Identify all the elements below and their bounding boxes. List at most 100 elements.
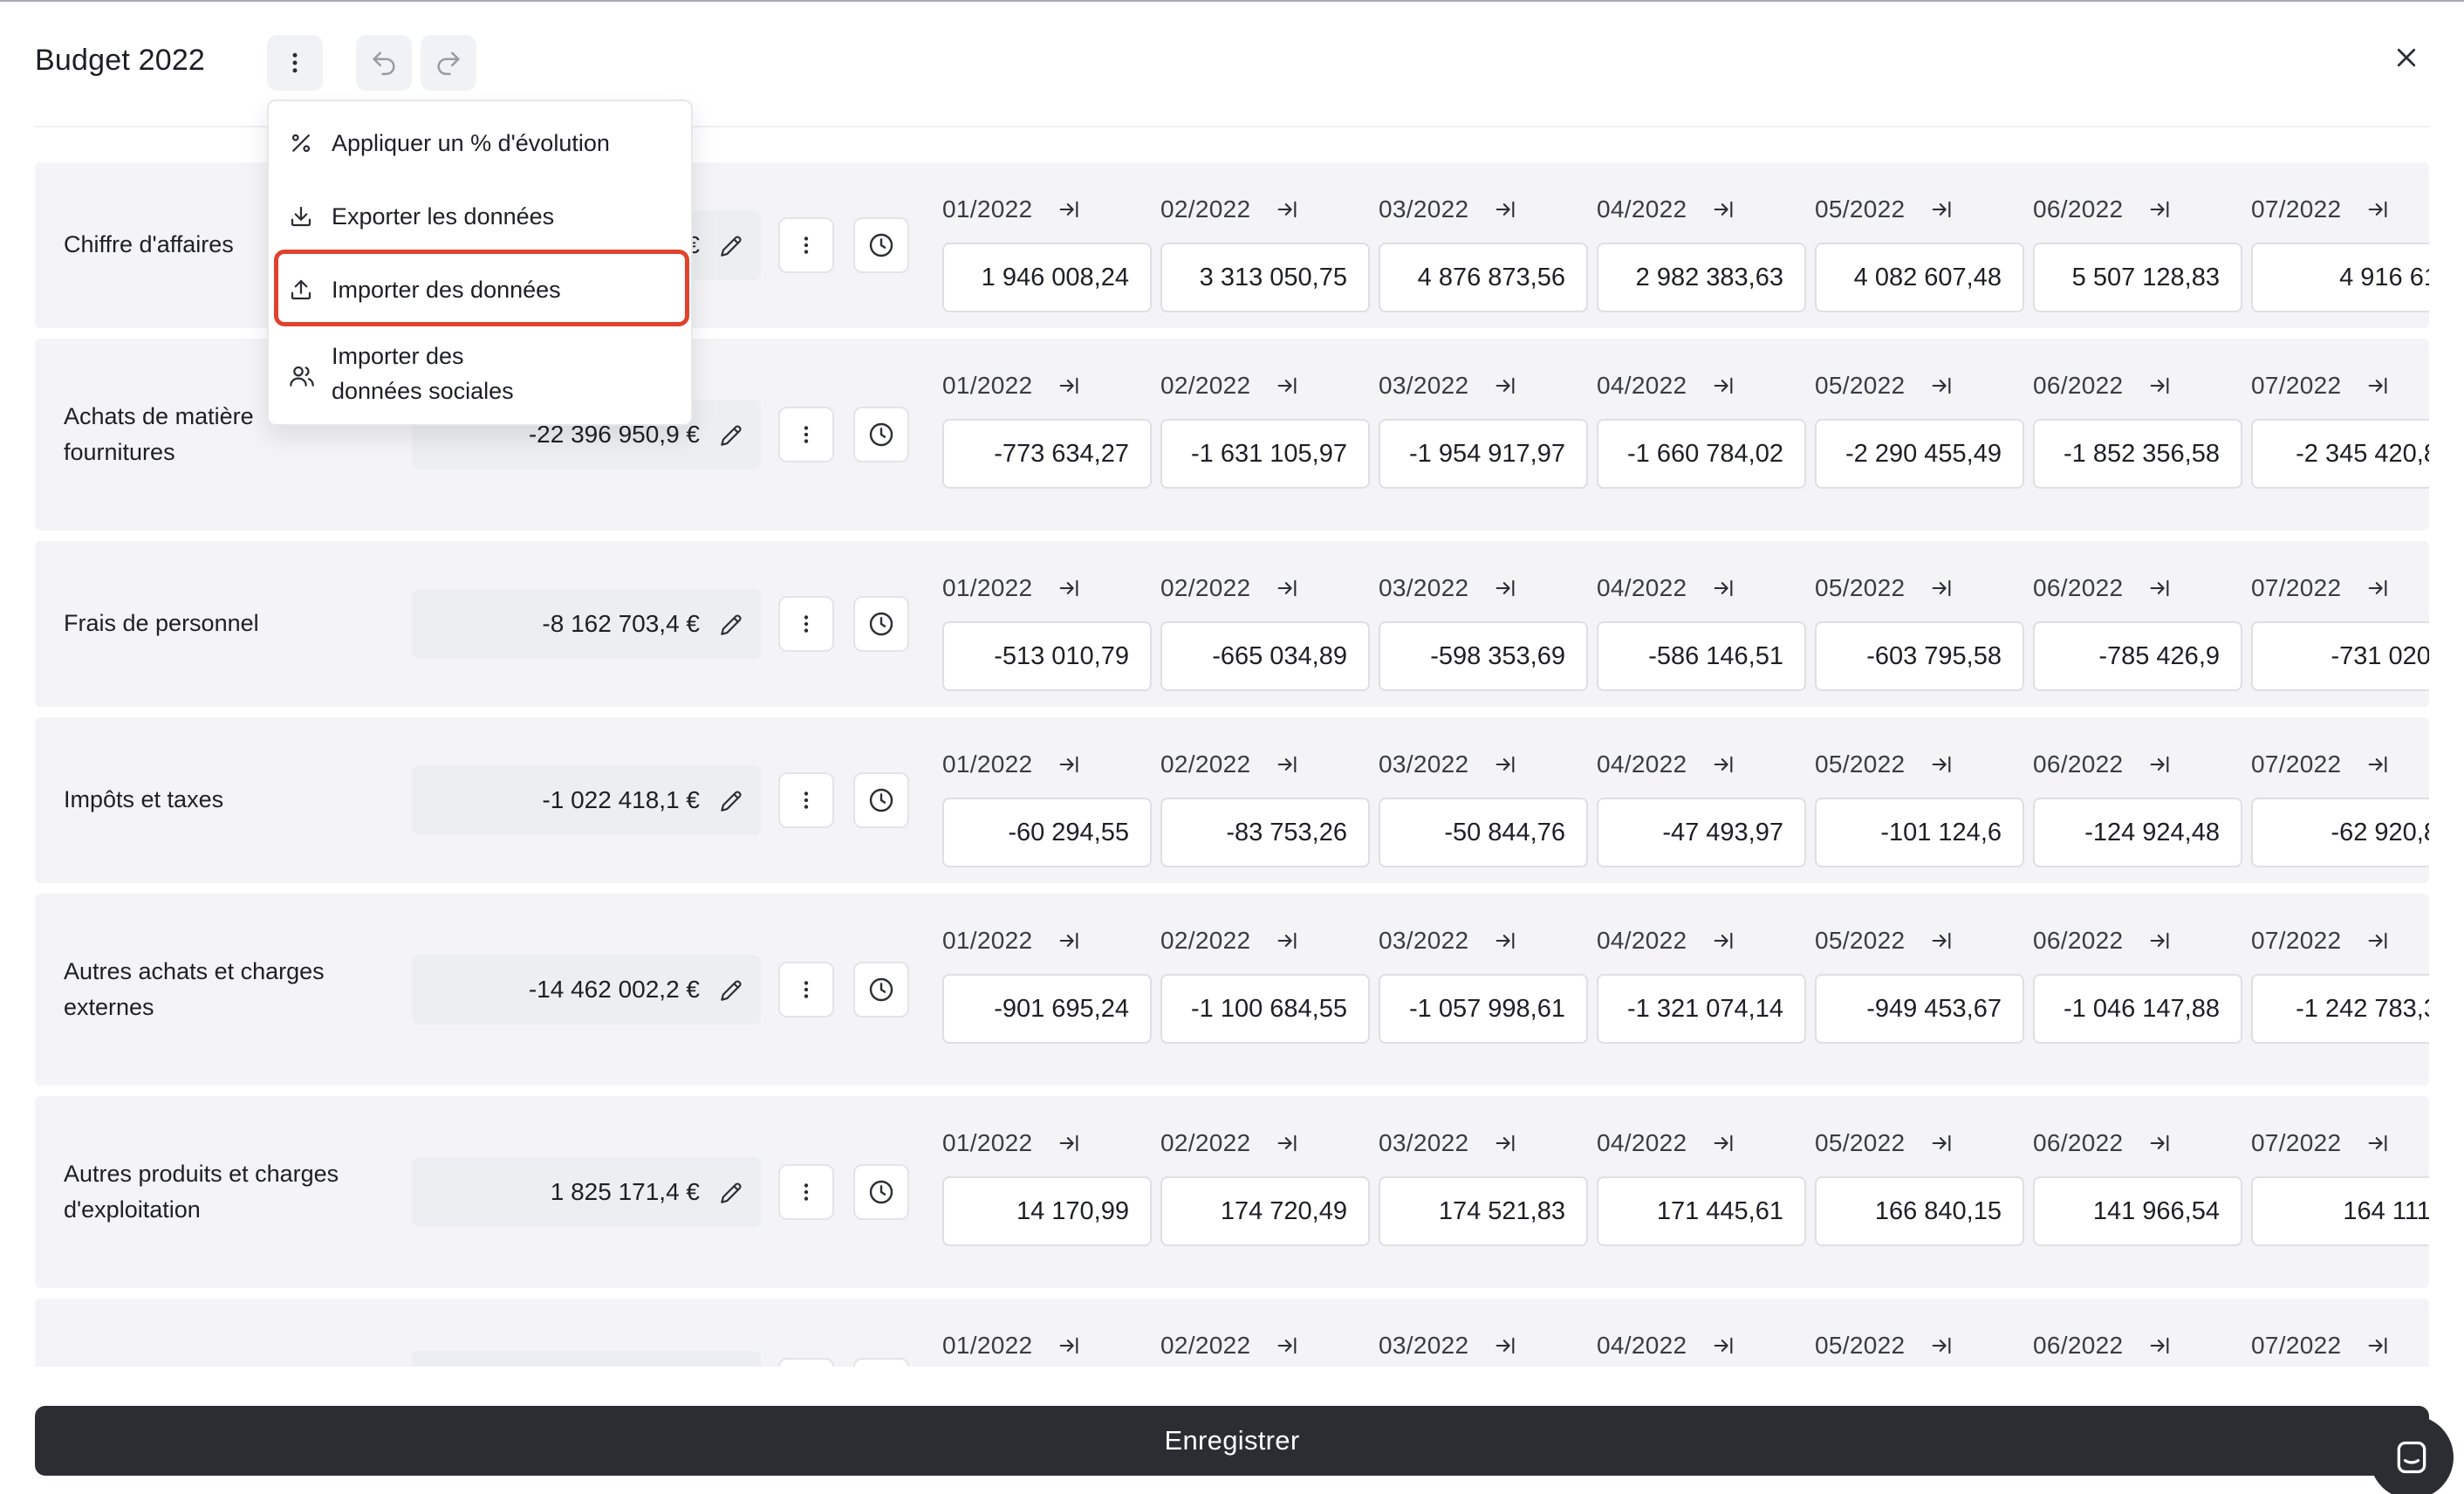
month-value-input[interactable]: 166 840,15 — [1815, 1176, 2024, 1246]
propagate-arrow-icon[interactable] — [1929, 1333, 1954, 1358]
menu-item-import-social-data[interactable]: Importer des données sociales — [269, 337, 691, 415]
propagate-arrow-icon[interactable] — [1711, 752, 1735, 777]
propagate-arrow-icon[interactable] — [1929, 197, 1954, 222]
row-more-button[interactable] — [778, 772, 834, 828]
propagate-arrow-icon[interactable] — [2147, 197, 2172, 222]
month-value-input[interactable]: -1 660 784,02 — [1597, 419, 1806, 489]
month-value-input[interactable]: -1 242 783,3 — [2251, 974, 2429, 1044]
month-value-input[interactable]: -949 453,67 — [1815, 974, 2024, 1044]
pencil-icon[interactable] — [717, 232, 745, 260]
row-more-button[interactable] — [778, 217, 834, 273]
propagate-arrow-icon[interactable] — [1057, 929, 1081, 953]
month-value-input[interactable]: -586 146,51 — [1597, 621, 1806, 691]
pencil-icon[interactable] — [717, 611, 745, 639]
month-value-input[interactable]: -1 631 105,97 — [1160, 419, 1370, 489]
month-value-input[interactable]: 174 521,83 — [1379, 1176, 1588, 1246]
propagate-arrow-icon[interactable] — [2147, 1333, 2172, 1358]
row-total-field[interactable]: 1 825 171,4 € — [412, 1157, 761, 1227]
propagate-arrow-icon[interactable] — [1929, 374, 1954, 398]
propagate-arrow-icon[interactable] — [1493, 1333, 1517, 1358]
month-value-input[interactable]: -1 100 684,55 — [1160, 974, 1370, 1044]
month-value-input[interactable]: -1 954 917,97 — [1379, 419, 1588, 489]
propagate-arrow-icon[interactable] — [1929, 929, 1954, 953]
month-value-input[interactable]: 171 445,61 — [1597, 1176, 1806, 1246]
propagate-arrow-icon[interactable] — [1711, 1131, 1735, 1155]
month-value-input[interactable]: 5 507 128,83 — [2033, 243, 2242, 312]
row-history-button[interactable] — [853, 217, 909, 273]
propagate-arrow-icon[interactable] — [2365, 374, 2390, 398]
month-value-input[interactable]: 14 170,99 — [942, 1176, 1152, 1246]
propagate-arrow-icon[interactable] — [2147, 374, 2172, 398]
row-history-button[interactable] — [853, 1358, 909, 1367]
month-value-input[interactable]: -62 920,8 — [2251, 798, 2429, 867]
month-value-input[interactable]: -124 924,48 — [2033, 798, 2242, 867]
month-value-input[interactable]: 164 111, — [2251, 1176, 2429, 1246]
row-more-button[interactable] — [778, 1164, 834, 1220]
month-value-input[interactable]: -731 020, — [2251, 621, 2429, 691]
propagate-arrow-icon[interactable] — [1929, 752, 1954, 777]
propagate-arrow-icon[interactable] — [2365, 929, 2390, 953]
pencil-icon[interactable] — [717, 421, 745, 449]
propagate-arrow-icon[interactable] — [2147, 576, 2172, 600]
propagate-arrow-icon[interactable] — [1275, 752, 1299, 777]
month-value-input[interactable]: -665 034,89 — [1160, 621, 1370, 691]
propagate-arrow-icon[interactable] — [1275, 1333, 1299, 1358]
propagate-arrow-icon[interactable] — [1493, 374, 1517, 398]
month-value-input[interactable]: -1 046 147,88 — [2033, 974, 2242, 1044]
propagate-arrow-icon[interactable] — [2365, 752, 2390, 777]
row-more-button[interactable] — [778, 407, 834, 463]
month-value-input[interactable]: 4 082 607,48 — [1815, 243, 2024, 312]
propagate-arrow-icon[interactable] — [1057, 752, 1081, 777]
propagate-arrow-icon[interactable] — [2147, 1131, 2172, 1155]
row-total-field[interactable]: -14 462 002,2 € — [412, 955, 761, 1025]
month-value-input[interactable]: -83 753,26 — [1160, 798, 1370, 867]
propagate-arrow-icon[interactable] — [2365, 1131, 2390, 1155]
propagate-arrow-icon[interactable] — [1275, 374, 1299, 398]
propagate-arrow-icon[interactable] — [1057, 197, 1081, 222]
pencil-icon[interactable] — [717, 787, 745, 815]
pencil-icon[interactable] — [717, 977, 745, 1004]
menu-item-apply-evolution[interactable]: Appliquer un % d'évolution — [269, 113, 691, 173]
redo-button[interactable] — [421, 35, 476, 91]
propagate-arrow-icon[interactable] — [1493, 576, 1517, 600]
pencil-icon[interactable] — [717, 1179, 745, 1207]
month-value-input[interactable]: -513 010,79 — [942, 621, 1152, 691]
propagate-arrow-icon[interactable] — [1493, 929, 1517, 953]
propagate-arrow-icon[interactable] — [1711, 374, 1735, 398]
propagate-arrow-icon[interactable] — [1493, 1131, 1517, 1155]
row-history-button[interactable] — [853, 1164, 909, 1220]
propagate-arrow-icon[interactable] — [2365, 1333, 2390, 1358]
more-options-button[interactable] — [267, 35, 323, 91]
propagate-arrow-icon[interactable] — [1711, 197, 1735, 222]
propagate-arrow-icon[interactable] — [2147, 929, 2172, 953]
propagate-arrow-icon[interactable] — [1711, 576, 1735, 600]
month-value-input[interactable]: 4 876 873,56 — [1379, 243, 1588, 312]
propagate-arrow-icon[interactable] — [1057, 374, 1081, 398]
row-history-button[interactable] — [853, 962, 909, 1018]
row-total-field[interactable] — [412, 1351, 761, 1367]
month-value-input[interactable]: -785 426,9 — [2033, 621, 2242, 691]
propagate-arrow-icon[interactable] — [2147, 752, 2172, 777]
propagate-arrow-icon[interactable] — [2365, 197, 2390, 222]
propagate-arrow-icon[interactable] — [1929, 1131, 1954, 1155]
month-value-input[interactable]: 141 966,54 — [2033, 1176, 2242, 1246]
month-value-input[interactable]: -50 844,76 — [1379, 798, 1588, 867]
month-value-input[interactable]: -1 321 074,14 — [1597, 974, 1806, 1044]
row-history-button[interactable] — [853, 596, 909, 652]
month-value-input[interactable]: -598 353,69 — [1379, 621, 1588, 691]
month-value-input[interactable]: 1 946 008,24 — [942, 243, 1152, 312]
month-value-input[interactable]: -901 695,24 — [942, 974, 1152, 1044]
propagate-arrow-icon[interactable] — [2365, 576, 2390, 600]
month-value-input[interactable]: 2 982 383,63 — [1597, 243, 1806, 312]
row-history-button[interactable] — [853, 772, 909, 828]
propagate-arrow-icon[interactable] — [1057, 576, 1081, 600]
row-total-field[interactable]: -1 022 418,1 € — [412, 765, 761, 835]
propagate-arrow-icon[interactable] — [1493, 752, 1517, 777]
save-button[interactable]: Enregistrer — [35, 1406, 2429, 1476]
month-value-input[interactable]: -2 345 420,8 — [2251, 419, 2429, 489]
propagate-arrow-icon[interactable] — [1057, 1333, 1081, 1358]
close-button[interactable] — [2387, 38, 2426, 77]
row-more-button[interactable] — [778, 1358, 834, 1367]
month-value-input[interactable]: -60 294,55 — [942, 798, 1152, 867]
propagate-arrow-icon[interactable] — [1711, 1333, 1735, 1358]
